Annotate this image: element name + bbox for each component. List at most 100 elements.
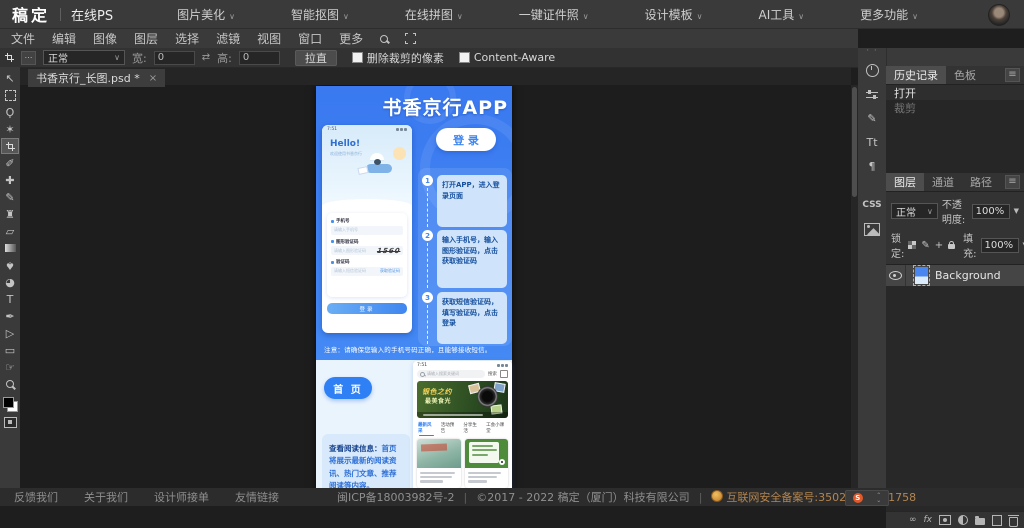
tab-history[interactable]: 历史记录 — [886, 66, 946, 84]
new-group-icon[interactable] — [975, 518, 985, 525]
lock-all-icon[interactable] — [948, 244, 955, 249]
foreground-color-swatch[interactable] — [3, 397, 14, 408]
tab-layers[interactable]: 图层 — [886, 173, 924, 191]
adjustment-layer-icon[interactable] — [958, 515, 968, 525]
menu-design-templates[interactable]: 设计模板∨ — [645, 6, 703, 23]
new-layer-icon[interactable] — [992, 515, 1002, 526]
width-input[interactable]: 0 — [154, 51, 195, 65]
panel-menu-icon[interactable]: ≡ — [1005, 68, 1020, 82]
menubar-window[interactable]: 窗口 — [298, 30, 322, 47]
tab-channels[interactable]: 通道 — [924, 173, 962, 191]
delete-cropped-pixels-option[interactable]: 删除裁剪的像素 — [352, 50, 444, 66]
delete-layer-icon[interactable] — [1009, 517, 1018, 527]
history-clock-icon[interactable] — [860, 59, 884, 81]
marquee-tool[interactable] — [1, 87, 19, 103]
tab-paths[interactable]: 路径 — [962, 173, 1000, 191]
character-panel-icon[interactable]: Tt — [860, 131, 884, 153]
pen-tool[interactable]: ✒ — [1, 308, 19, 324]
lock-transparency-icon[interactable] — [908, 241, 916, 249]
image-assets-icon[interactable] — [860, 218, 884, 240]
tool-preset-button[interactable]: … — [21, 51, 36, 65]
link-layers-icon[interactable]: ∞ — [909, 515, 917, 525]
dodge-tool[interactable]: ◕ — [1, 274, 19, 290]
crop-ratio-select[interactable]: 正常∨ — [43, 50, 125, 65]
step-dash-line — [427, 243, 428, 288]
user-avatar[interactable] — [988, 4, 1010, 26]
tab-swatches[interactable]: 色板 — [946, 66, 984, 84]
visibility-eye-icon[interactable] — [889, 271, 902, 280]
menu-smart-cutout[interactable]: 智能抠图∨ — [291, 6, 349, 23]
scrollbar-thumb[interactable] — [852, 87, 857, 197]
menubar-more[interactable]: 更多 — [339, 30, 363, 47]
move-tool[interactable]: ↖ — [1, 70, 19, 86]
gaoding-helper-widget[interactable]: S ⌃⌄ — [845, 490, 889, 506]
footer-link-about[interactable]: 关于我们 — [84, 489, 128, 505]
eyedropper-tool[interactable]: ✐ — [1, 155, 19, 171]
layer-row-background[interactable]: Background — [886, 265, 1024, 286]
swap-dimensions-icon[interactable]: ⇄ — [202, 52, 210, 63]
close-icon[interactable]: × — [149, 73, 157, 84]
menu-more-features[interactable]: 更多功能∨ — [860, 6, 918, 23]
adjustments-icon[interactable] — [860, 83, 884, 105]
color-swatches[interactable] — [3, 397, 18, 412]
footer-link-designer[interactable]: 设计师接单 — [154, 489, 209, 505]
menubar-view[interactable]: 视图 — [257, 30, 281, 47]
menu-id-photo[interactable]: 一键证件照∨ — [519, 6, 589, 23]
crop-tool[interactable] — [1, 138, 19, 154]
magic-wand-tool[interactable]: ✶ — [1, 121, 19, 137]
paragraph-panel-icon[interactable]: ¶ — [860, 155, 884, 177]
fullscreen-icon[interactable] — [405, 33, 416, 44]
screen-mode-icon[interactable] — [4, 417, 17, 428]
lock-paint-icon[interactable]: ✎ — [921, 240, 929, 251]
hand-tool[interactable]: ☞ — [1, 359, 19, 375]
collapse-arrows[interactable]: ⌃⌄ — [876, 493, 881, 503]
gradient-tool[interactable] — [1, 240, 19, 256]
menu-photo-beautify[interactable]: 图片美化∨ — [177, 6, 235, 23]
poster-document[interactable]: 书香京行APP 登 录 7:51 Hello! 欢迎使用书香京行 — [316, 86, 512, 488]
checkbox[interactable] — [352, 52, 363, 63]
menubar-layer[interactable]: 图层 — [134, 30, 158, 47]
blur-tool[interactable]: ♠ — [1, 257, 19, 273]
menubar-edit[interactable]: 编辑 — [52, 30, 76, 47]
triangle-down-icon[interactable]: ▼ — [1014, 207, 1019, 215]
drag-handle[interactable]: · · — [866, 48, 878, 58]
footer-link-feedback[interactable]: 反馈我们 — [14, 489, 58, 505]
history-entry-crop[interactable]: 裁剪 — [886, 100, 1024, 115]
lock-position-icon[interactable]: + — [935, 240, 943, 251]
menubar-image[interactable]: 图像 — [93, 30, 117, 47]
history-entry-open[interactable]: 打开 — [886, 85, 1024, 100]
clone-stamp-tool[interactable]: ♜ — [1, 206, 19, 222]
lasso-tool[interactable]: Ϙ — [1, 104, 19, 120]
layer-effects-icon[interactable]: fx — [924, 515, 933, 525]
brush-tool[interactable]: ✎ — [1, 189, 19, 205]
menubar-file[interactable]: 文件 — [11, 30, 35, 47]
type-tool[interactable]: T — [1, 291, 19, 307]
menubar-filter[interactable]: 滤镜 — [216, 30, 240, 47]
footer-link-friends[interactable]: 友情链接 — [235, 489, 279, 505]
canvas-vertical-scrollbar[interactable] — [851, 85, 858, 488]
layer-thumbnail[interactable] — [915, 267, 928, 284]
css-panel-icon[interactable]: CSS — [860, 194, 884, 216]
brush-settings-icon[interactable]: ✎ — [860, 107, 884, 129]
opacity-value[interactable]: 100% — [972, 204, 1010, 219]
zoom-tool[interactable] — [1, 376, 19, 392]
panel-menu-icon[interactable]: ≡ — [1005, 175, 1020, 189]
fill-value[interactable]: 100% — [981, 238, 1019, 253]
eraser-tool[interactable]: ▱ — [1, 223, 19, 239]
add-mask-icon[interactable] — [939, 515, 951, 525]
menu-ai-tools[interactable]: AI工具∨ — [758, 6, 804, 23]
canvas-area[interactable]: 书香京行APP 登 录 7:51 Hello! 欢迎使用书香京行 — [20, 85, 851, 488]
gaoding-logo[interactable]: 稿定 — [12, 2, 50, 26]
content-aware-option[interactable]: Content-Aware — [459, 51, 555, 64]
blend-mode-select[interactable]: 正常∨ — [891, 203, 938, 219]
menu-online-collage[interactable]: 在线拼图∨ — [405, 6, 463, 23]
healing-brush-tool[interactable]: ✚ — [1, 172, 19, 188]
shape-tool[interactable]: ▭ — [1, 342, 19, 358]
menubar-select[interactable]: 选择 — [175, 30, 199, 47]
path-select-tool[interactable]: ▷ — [1, 325, 19, 341]
document-tab[interactable]: 书香京行_长图.psd * × — [28, 69, 165, 87]
height-input[interactable]: 0 — [239, 51, 280, 65]
straighten-button[interactable]: 拉直 — [295, 50, 337, 66]
search-icon[interactable] — [380, 35, 388, 43]
checkbox[interactable] — [459, 52, 470, 63]
